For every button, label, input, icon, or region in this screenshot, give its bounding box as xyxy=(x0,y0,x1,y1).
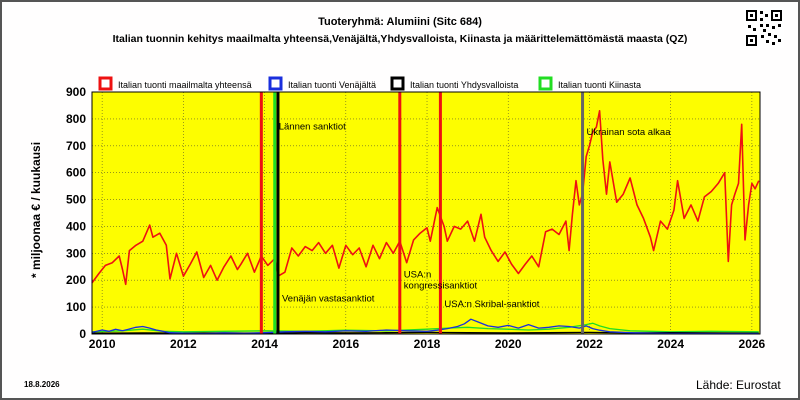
x-tick-label: 2014 xyxy=(251,337,278,351)
y-tick-label: 0 xyxy=(79,327,86,341)
x-tick-label: 2012 xyxy=(170,337,197,351)
source-label: Lähde: Eurostat xyxy=(696,378,781,392)
chart-legend: Italian tuonti maailmalta yhteensä Italia… xyxy=(98,76,641,91)
x-tick-label: 2016 xyxy=(332,337,359,351)
legend-swatch xyxy=(268,76,283,91)
y-tick-label: 300 xyxy=(66,246,86,260)
y-tick-label: 800 xyxy=(66,112,86,126)
legend-swatch xyxy=(538,76,553,91)
legend-label: Italian tuonti maailmalta yhteensä xyxy=(118,80,252,90)
x-tick-label: 2018 xyxy=(414,337,441,351)
x-tick-label: 2010 xyxy=(89,337,116,351)
y-tick-label: 900 xyxy=(66,85,86,99)
event-label: USA:n Skribal-sanktiot xyxy=(444,299,539,310)
legend-label: Italian tuonti Venäjältä xyxy=(288,80,376,90)
event-label: Ukrainan sota alkaa xyxy=(587,127,672,138)
x-tick-label: 2024 xyxy=(657,337,684,351)
legend-swatch xyxy=(98,76,113,91)
event-label: Lännen sanktiot xyxy=(279,122,346,133)
legend-label: Italian tuonti Yhdysvalloista xyxy=(410,80,518,90)
event-label: USA:n xyxy=(404,270,431,281)
legend-label: Italian tuonti Kiinasta xyxy=(558,80,641,90)
y-tick-label: 700 xyxy=(66,139,86,153)
x-tick-label: 2022 xyxy=(576,337,603,351)
y-tick-label: 500 xyxy=(66,193,86,207)
x-tick-label: 2026 xyxy=(739,337,766,351)
y-tick-label: 400 xyxy=(66,219,86,233)
y-tick-label: 200 xyxy=(66,273,86,287)
event-label: Venäjän vastasanktiot xyxy=(282,294,375,305)
legend-swatch xyxy=(390,76,405,91)
y-tick-label: 600 xyxy=(66,166,86,180)
event-label: kongressisanktiot xyxy=(404,281,478,292)
x-tick-label: 2020 xyxy=(495,337,522,351)
y-tick-label: 100 xyxy=(66,300,86,314)
y-axis-label: * miljoonaa € / kuukausi xyxy=(29,142,43,278)
line-chart: Italian tuonti maailmalta yhteensä Italia… xyxy=(29,76,766,351)
generated-date: 18.8.2026 xyxy=(24,380,60,389)
